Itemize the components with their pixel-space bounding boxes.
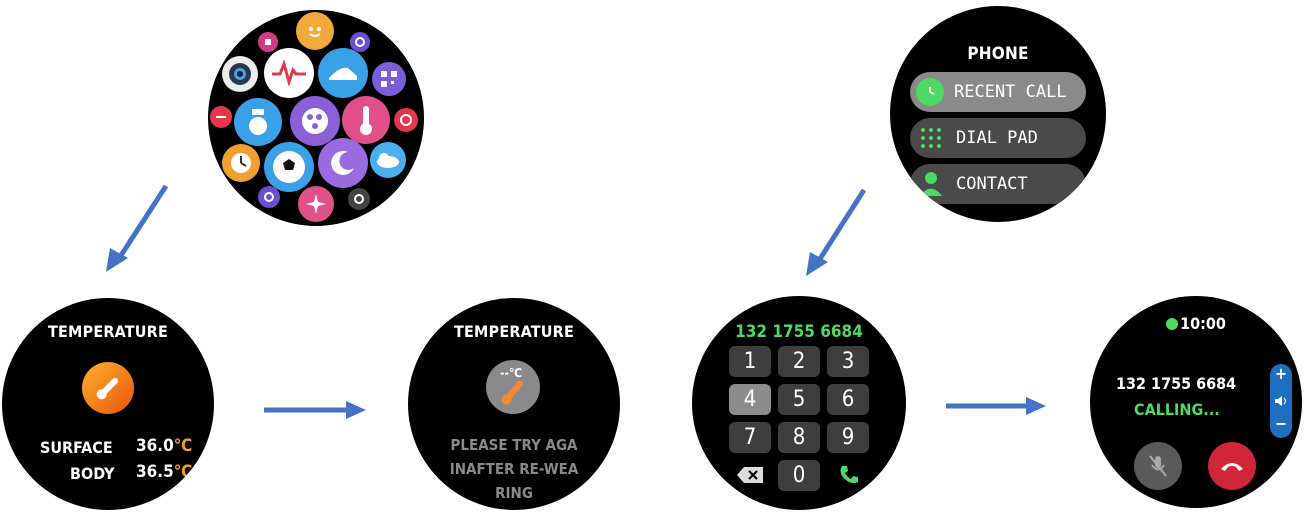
time-text: 10:00 bbox=[1180, 314, 1226, 333]
key-7[interactable]: 7 bbox=[729, 422, 771, 453]
settings-app-icon[interactable] bbox=[348, 188, 370, 210]
thermometer-gray-icon: --℃ bbox=[486, 360, 540, 414]
surface-row: SURFACE bbox=[40, 438, 113, 457]
call-icon[interactable] bbox=[838, 464, 860, 490]
key-1[interactable]: 1 bbox=[729, 346, 771, 377]
dialed-number: 132 1755 6684 bbox=[735, 322, 863, 342]
speaker-icon bbox=[1274, 392, 1288, 411]
retry-message-line1: PLEASE TRY AGA bbox=[450, 436, 578, 454]
clock-icon bbox=[1166, 318, 1179, 330]
flow-arrow-down-left bbox=[806, 188, 867, 276]
volume-up-button[interactable]: + bbox=[1270, 364, 1292, 383]
menu-item-label: DIAL PAD bbox=[956, 128, 1038, 148]
alarm-app-icon[interactable] bbox=[394, 108, 418, 132]
temperature-title: TEMPERATURE bbox=[454, 322, 574, 341]
clock-icon bbox=[916, 78, 944, 106]
backspace-icon[interactable] bbox=[736, 466, 764, 488]
body-label: BODY bbox=[70, 464, 115, 483]
contact-icon bbox=[916, 169, 946, 199]
temperature-watch: TEMPERATURE SURFACE 36.0℃ BODY 36.5℃ bbox=[2, 298, 214, 510]
music-app-icon[interactable] bbox=[258, 32, 278, 52]
key-4[interactable]: 4 bbox=[729, 384, 771, 415]
flow-arrow-right bbox=[264, 401, 366, 419]
reset-app-icon[interactable] bbox=[258, 186, 280, 208]
mic-off-icon bbox=[1149, 455, 1167, 477]
call-status: CALLING... bbox=[1134, 400, 1220, 419]
key-8[interactable]: 8 bbox=[778, 422, 820, 453]
menu-item-dial-pad[interactable]: DIAL PAD bbox=[910, 118, 1086, 158]
timer-app-icon[interactable] bbox=[222, 144, 260, 182]
menu-item-contact[interactable]: CONTACT bbox=[910, 164, 1086, 204]
menu-item-recent-call[interactable]: RECENT CALL bbox=[910, 72, 1086, 112]
key-5[interactable]: 5 bbox=[778, 384, 820, 415]
time-row: 10:00 bbox=[1090, 314, 1302, 333]
key-9[interactable]: 9 bbox=[827, 422, 869, 453]
surface-value-row: 36.0℃ bbox=[136, 436, 192, 456]
key-3[interactable]: 3 bbox=[827, 346, 869, 377]
camera-app-icon[interactable] bbox=[222, 56, 258, 92]
body-row: BODY bbox=[70, 464, 114, 483]
menu-item-label: RECENT CALL bbox=[954, 82, 1067, 102]
surface-unit: ℃ bbox=[173, 436, 193, 456]
menu-item-label: CONTACT bbox=[956, 174, 1028, 194]
dialpad-icon bbox=[916, 123, 946, 153]
weather-app-icon[interactable] bbox=[370, 142, 406, 178]
surface-label: SURFACE bbox=[40, 438, 113, 457]
thermometer-app-icon[interactable] bbox=[342, 96, 390, 144]
phone-menu-watch: PHONE RECENT CALL DIAL PAD CONTACT bbox=[890, 6, 1106, 222]
key-2[interactable]: 2 bbox=[778, 346, 820, 377]
app-grid-watch bbox=[208, 10, 424, 226]
games-app-icon[interactable] bbox=[290, 96, 340, 146]
phone-title: PHONE bbox=[967, 44, 1029, 64]
calling-watch: 10:00 132 1755 6684 CALLING... + − bbox=[1090, 296, 1302, 508]
qr-code-app-icon[interactable] bbox=[372, 62, 406, 96]
caller-number: 132 1755 6684 bbox=[1116, 374, 1237, 393]
flower-app-icon[interactable] bbox=[298, 186, 334, 222]
hang-up-button[interactable] bbox=[1208, 442, 1256, 490]
thermometer-icon bbox=[82, 362, 134, 414]
volume-down-button[interactable]: − bbox=[1270, 414, 1292, 433]
body-unit: ℃ bbox=[173, 462, 193, 482]
heart-rate-app-icon[interactable] bbox=[264, 48, 314, 98]
retry-message-line3: RING bbox=[495, 484, 533, 502]
sleep-app-icon[interactable] bbox=[318, 138, 368, 188]
body-value-row: 36.5℃ bbox=[136, 462, 192, 482]
dial-pad-watch: 132 1755 6684 1 2 3 4 5 6 7 8 9 0 bbox=[692, 296, 906, 510]
settings-small-icon[interactable] bbox=[350, 32, 370, 52]
football-app-icon[interactable] bbox=[264, 142, 314, 192]
temperature-retry-watch: TEMPERATURE --℃ PLEASE TRY AGA INAFTER R… bbox=[408, 298, 620, 510]
face-app-icon[interactable] bbox=[296, 12, 334, 50]
flow-arrow-down-left bbox=[106, 184, 169, 272]
breathing-app-icon[interactable] bbox=[234, 98, 282, 146]
key-0[interactable]: 0 bbox=[778, 460, 820, 491]
no-disturb-app-icon[interactable] bbox=[210, 106, 232, 128]
surface-value: 36.0 bbox=[136, 436, 174, 456]
sports-app-icon[interactable] bbox=[318, 48, 368, 98]
mute-button[interactable] bbox=[1134, 442, 1182, 490]
hang-up-icon bbox=[1221, 463, 1243, 471]
retry-message-line2: INAFTER RE-WEA bbox=[449, 460, 579, 478]
flow-arrow-right bbox=[946, 397, 1046, 415]
key-6[interactable]: 6 bbox=[827, 384, 869, 415]
volume-control: + − bbox=[1270, 364, 1292, 438]
temperature-title: TEMPERATURE bbox=[48, 322, 168, 341]
body-value: 36.5 bbox=[136, 462, 174, 482]
